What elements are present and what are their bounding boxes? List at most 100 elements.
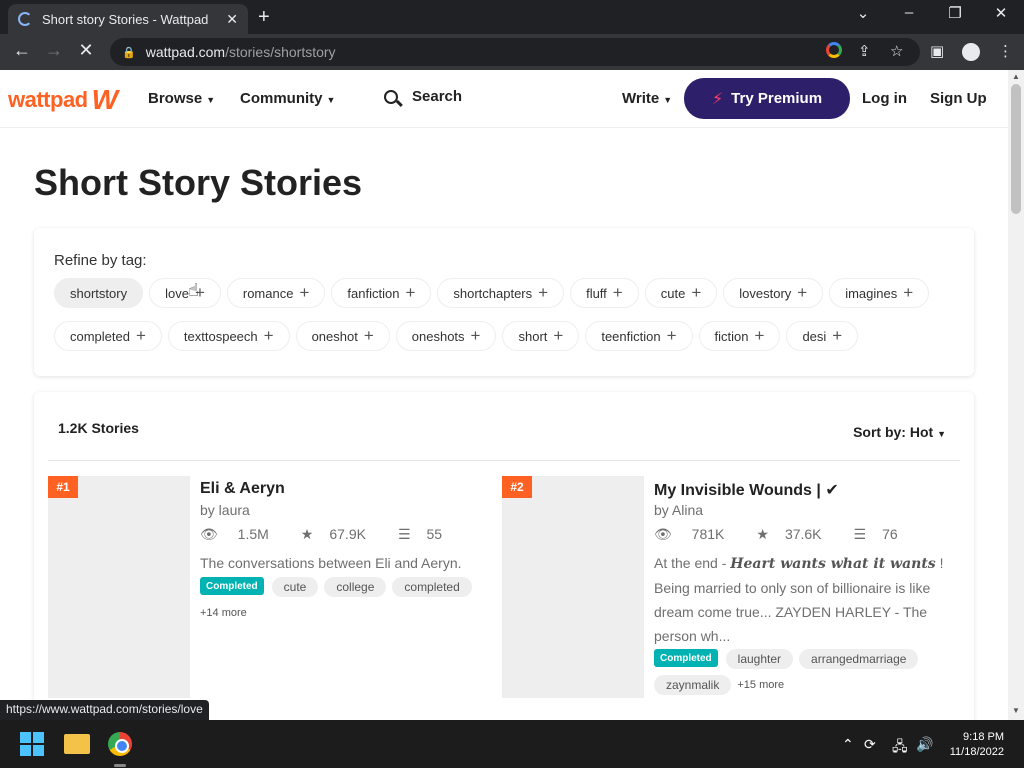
plus-icon: +	[666, 326, 677, 345]
share-icon[interactable]: ⇪	[858, 42, 871, 60]
story-tag[interactable]: college	[324, 577, 387, 597]
restore-icon[interactable]: ❐	[940, 4, 970, 22]
tag-label: fluff	[586, 285, 607, 301]
minimize-icon[interactable]: –	[894, 4, 924, 21]
tag-pill-cute[interactable]: cute +	[644, 278, 718, 308]
story-cover[interactable]: #2	[502, 476, 644, 698]
new-tab-button[interactable]: +	[258, 6, 270, 29]
plus-icon: +	[754, 326, 765, 345]
story-tag[interactable]: zaynmalik	[654, 675, 732, 695]
file-explorer-icon[interactable]	[64, 734, 90, 754]
search-button[interactable]: Search	[384, 88, 462, 105]
write-menu[interactable]: Write ▼	[622, 90, 672, 107]
plus-icon: +	[832, 326, 843, 345]
tag-pill-fluff[interactable]: fluff +	[570, 278, 639, 308]
tag-pill-lovestory[interactable]: lovestory +	[723, 278, 824, 308]
search-icon	[384, 89, 398, 104]
tag-pill-fiction[interactable]: fiction +	[698, 321, 781, 351]
taskbar-clock[interactable]: 9:18 PM 11/18/2022	[940, 730, 1004, 760]
tag-label: shortchapters	[453, 285, 533, 301]
tag-pill-love[interactable]: love +	[149, 278, 221, 308]
more-tags-link[interactable]: +14 more	[200, 603, 247, 623]
tag-pill-oneshots[interactable]: oneshots +	[395, 321, 497, 351]
plus-icon: +	[553, 326, 564, 345]
menu-kebab-icon[interactable]: ⋮	[998, 42, 1013, 60]
browse-menu[interactable]: Browse ▼	[148, 90, 215, 107]
tag-pill-texttospeech[interactable]: texttospeech +	[167, 321, 290, 351]
lock-icon: 🔒	[122, 46, 136, 59]
google-lens-icon[interactable]	[826, 42, 842, 62]
page-scrollbar[interactable]: ▲ ▼	[1008, 70, 1024, 720]
story-tag[interactable]: cute	[271, 577, 319, 597]
tag-pill-completed[interactable]: completed +	[54, 321, 162, 351]
tag-pill-shortchapters[interactable]: shortchapters +	[437, 278, 565, 308]
tag-label: teenfiction	[601, 328, 661, 344]
list-icon: ☰	[853, 526, 867, 542]
star-icon: ★	[756, 526, 769, 542]
try-premium-button[interactable]: ⚡ Try Premium	[684, 78, 850, 119]
bookmark-star-icon[interactable]: ☆	[890, 42, 903, 60]
star-icon: ★	[300, 526, 314, 542]
network-icon[interactable]: 🖧	[892, 736, 908, 760]
search-label: Search	[412, 88, 463, 105]
story-title[interactable]: Eli & Aeryn	[200, 480, 285, 498]
tag-pill-teenfiction[interactable]: teenfiction +	[585, 321, 693, 351]
tag-label: short	[518, 328, 548, 344]
logo-text: wattpad	[8, 87, 88, 112]
plus-icon: +	[263, 326, 274, 345]
tag-pill-desi[interactable]: desi +	[786, 321, 859, 351]
tray-chevron-up-icon[interactable]: ⌃	[842, 736, 854, 753]
windows-start-icon[interactable]	[20, 732, 44, 756]
side-panel-icon[interactable]: ▣	[930, 42, 944, 60]
more-tags-link[interactable]: +15 more	[737, 675, 784, 695]
story-author[interactable]: by Alina	[654, 502, 703, 518]
tag-label: romance	[242, 285, 294, 301]
community-label: Community	[240, 90, 323, 107]
back-icon[interactable]: ←	[10, 40, 34, 61]
close-tab-icon[interactable]: ✕	[226, 11, 238, 28]
tab-search-icon[interactable]: ⌄	[848, 4, 878, 22]
profile-avatar-icon[interactable]	[962, 43, 980, 65]
tag-pill-imagines[interactable]: imagines +	[829, 278, 930, 308]
close-window-icon[interactable]: ✕	[986, 4, 1016, 22]
story-tag[interactable]: arrangedmarriage	[799, 649, 919, 669]
story-title[interactable]: My Invisible Wounds | ✔	[654, 480, 839, 500]
scroll-down-icon[interactable]: ▼	[1012, 706, 1020, 715]
scrollbar-thumb[interactable]	[1011, 84, 1021, 214]
tag-pill-short[interactable]: short +	[502, 321, 580, 351]
login-link[interactable]: Log in	[862, 90, 907, 107]
story-cover[interactable]: #1	[48, 476, 190, 698]
chrome-icon[interactable]	[108, 732, 132, 756]
stop-loading-icon[interactable]: ✕	[74, 40, 98, 61]
address-bar[interactable]: 🔒 wattpad.com/stories/shortstory	[110, 38, 920, 66]
votes-stat: ★ 37.6K	[756, 526, 837, 543]
rank-badge: #2	[502, 476, 532, 498]
story-description: The conversations between Eli and Aeryn.	[200, 555, 462, 571]
story-author[interactable]: by laura	[200, 502, 250, 518]
story-tag[interactable]: completed	[392, 577, 472, 597]
signup-link[interactable]: Sign Up	[930, 90, 987, 107]
forward-icon[interactable]: →	[42, 40, 66, 61]
reads-value: 1.5M	[237, 526, 269, 542]
tag-pill-fanfiction[interactable]: fanfiction +	[331, 278, 432, 308]
sync-icon[interactable]: ⟳	[864, 736, 876, 753]
community-menu[interactable]: Community ▼	[240, 90, 335, 107]
story-tag[interactable]: laughter	[725, 649, 794, 669]
sort-dropdown[interactable]: Sort by: Hot ▼	[853, 424, 946, 440]
hand-cursor-icon: ☝	[188, 280, 199, 300]
tag-label: oneshot	[311, 328, 358, 344]
browser-tab[interactable]: Short story Stories - Wattpad ✕	[8, 4, 248, 34]
plus-icon: +	[612, 283, 623, 302]
tag-pill-oneshot[interactable]: oneshot +	[295, 321, 390, 351]
wattpad-logo[interactable]: wattpad W	[8, 84, 118, 116]
tag-filter-card: Refine by tag: shortstory love + romance + fa…	[34, 228, 974, 376]
refine-label: Refine by tag:	[54, 252, 147, 269]
tag-pill-shortstory[interactable]: shortstory	[54, 278, 144, 308]
story-item[interactable]: #2 My Invisible Wounds | ✔ by Alina 👁 78…	[502, 476, 943, 716]
premium-label: Try Premium	[731, 90, 823, 107]
volume-icon[interactable]: 🔊	[916, 736, 933, 753]
tag-pill-romance[interactable]: romance +	[226, 278, 326, 308]
scroll-up-icon[interactable]: ▲	[1012, 72, 1020, 81]
story-item[interactable]: #1 Eli & Aeryn by laura 👁 1.5M ★ 67.9K ☰ 5…	[48, 476, 488, 716]
votes-value: 67.9K	[329, 526, 366, 542]
